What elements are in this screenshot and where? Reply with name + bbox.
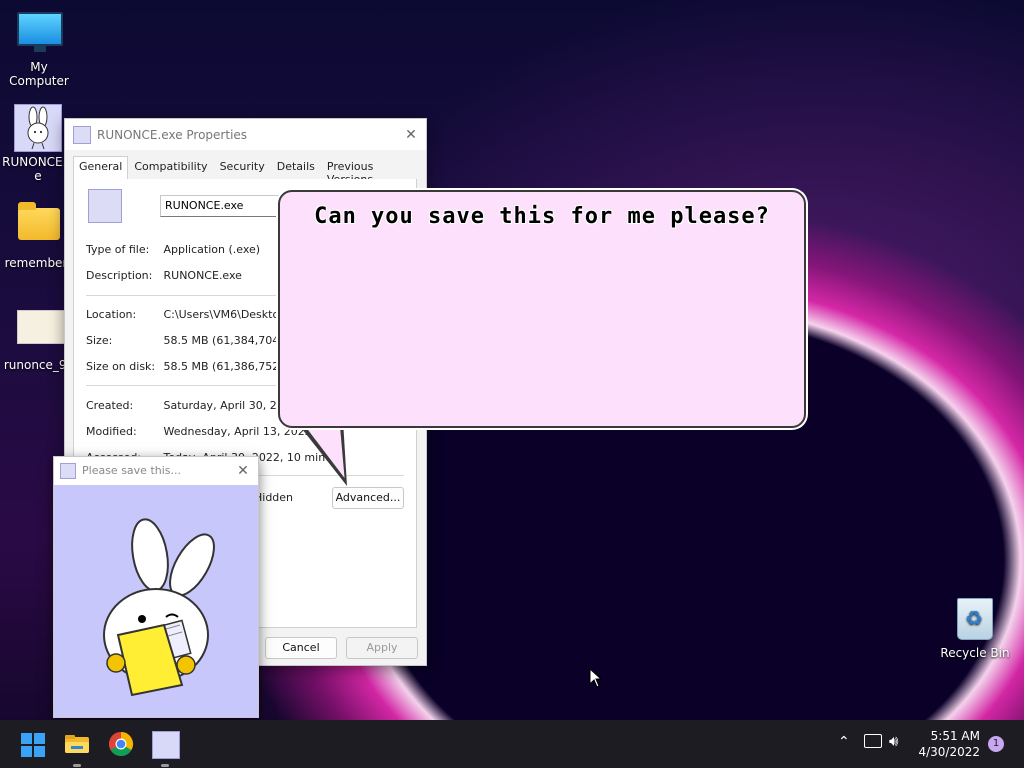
- description-row: Description: RUNONCE.exe: [86, 269, 242, 282]
- desktop-icon-label: Recycle Bin: [940, 646, 1010, 660]
- desktop-icon-recycle-bin[interactable]: Recycle Bin: [937, 598, 1013, 660]
- monitor-icon: [17, 12, 63, 56]
- bunny-app-icon: [14, 104, 62, 152]
- speech-bubble: Can you save this for me please?: [278, 190, 806, 428]
- created-label: Created:: [86, 399, 134, 412]
- location-row: Location: C:\Users\VM6\Desktop: [86, 308, 286, 321]
- size-row: Size: 58.5 MB (61,384,704 byt: [86, 334, 301, 347]
- apply-button[interactable]: Apply: [346, 637, 418, 659]
- taskbar: ⌃ 🔊︎ 5:51 AM 4/30/2022: [0, 720, 1024, 768]
- window-title: Please save this...: [82, 464, 181, 477]
- description-label: Description:: [86, 269, 153, 282]
- type-value: Application (.exe): [163, 243, 261, 256]
- speech-bubble-text: Can you save this for me please?: [314, 204, 770, 229]
- start-button[interactable]: [16, 728, 48, 760]
- close-icon[interactable]: ✕: [396, 127, 426, 143]
- chrome-button[interactable]: [105, 728, 137, 760]
- file-explorer-icon: [65, 735, 89, 753]
- running-indicator: [161, 764, 169, 767]
- desktop-icon-my-computer[interactable]: My Computer: [1, 8, 77, 88]
- created-row: Created: Saturday, April 30, 2022,: [86, 399, 301, 412]
- please-save-window[interactable]: Please save this... ✕: [53, 456, 259, 718]
- desktop-icon-label: My Computer: [9, 60, 69, 88]
- folder-icon: [17, 202, 61, 252]
- runonce-taskbar-button[interactable]: [149, 728, 181, 767]
- bunny-app-icon: [60, 462, 76, 479]
- network-icon[interactable]: [864, 734, 882, 748]
- volume-icon[interactable]: 🔊︎: [889, 732, 898, 750]
- type-label: Type of file:: [86, 243, 150, 256]
- clock-date: 4/30/2022: [918, 745, 980, 759]
- advanced-button[interactable]: Advanced...: [332, 487, 404, 509]
- location-label: Location:: [86, 308, 137, 321]
- cancel-button[interactable]: Cancel: [265, 637, 337, 659]
- chrome-icon: [108, 732, 134, 757]
- notification-badge[interactable]: 1: [988, 736, 1004, 752]
- mouse-cursor-icon: [589, 668, 603, 688]
- chevron-up-icon[interactable]: ⌃: [838, 734, 850, 750]
- bunny-app-icon: [152, 731, 180, 759]
- recycle-bin-icon: [953, 598, 997, 642]
- size-on-disk-label: Size on disk:: [86, 360, 156, 373]
- file-explorer-button[interactable]: [61, 728, 93, 767]
- running-indicator: [73, 764, 81, 767]
- clock-time: 5:51 AM: [930, 729, 980, 743]
- modified-label: Modified:: [86, 425, 137, 438]
- please-save-titlebar[interactable]: Please save this... ✕: [54, 457, 258, 484]
- size-label: Size:: [86, 334, 113, 347]
- type-row: Type of file: Application (.exe): [86, 243, 260, 256]
- bunny-illustration: [54, 485, 258, 717]
- bunny-app-icon: [73, 125, 91, 144]
- size-on-disk-row: Size on disk: 58.5 MB (61,386,752 byt: [86, 360, 301, 373]
- bunny-holding-folder-image: [103, 518, 215, 697]
- start-icon: [21, 733, 45, 757]
- clock[interactable]: 5:51 AM 4/30/2022: [910, 728, 980, 760]
- window-title: RUNONCE.exe Properties: [97, 127, 248, 142]
- location-value: C:\Users\VM6\Desktop: [163, 308, 287, 321]
- image-file-icon: [17, 310, 65, 354]
- properties-titlebar[interactable]: RUNONCE.exe Properties ✕: [65, 119, 426, 150]
- description-value: RUNONCE.exe: [163, 269, 242, 282]
- close-icon[interactable]: ✕: [228, 463, 258, 479]
- hidden-checkbox-label[interactable]: Hidden: [254, 491, 293, 504]
- bunny-app-icon: [88, 189, 122, 223]
